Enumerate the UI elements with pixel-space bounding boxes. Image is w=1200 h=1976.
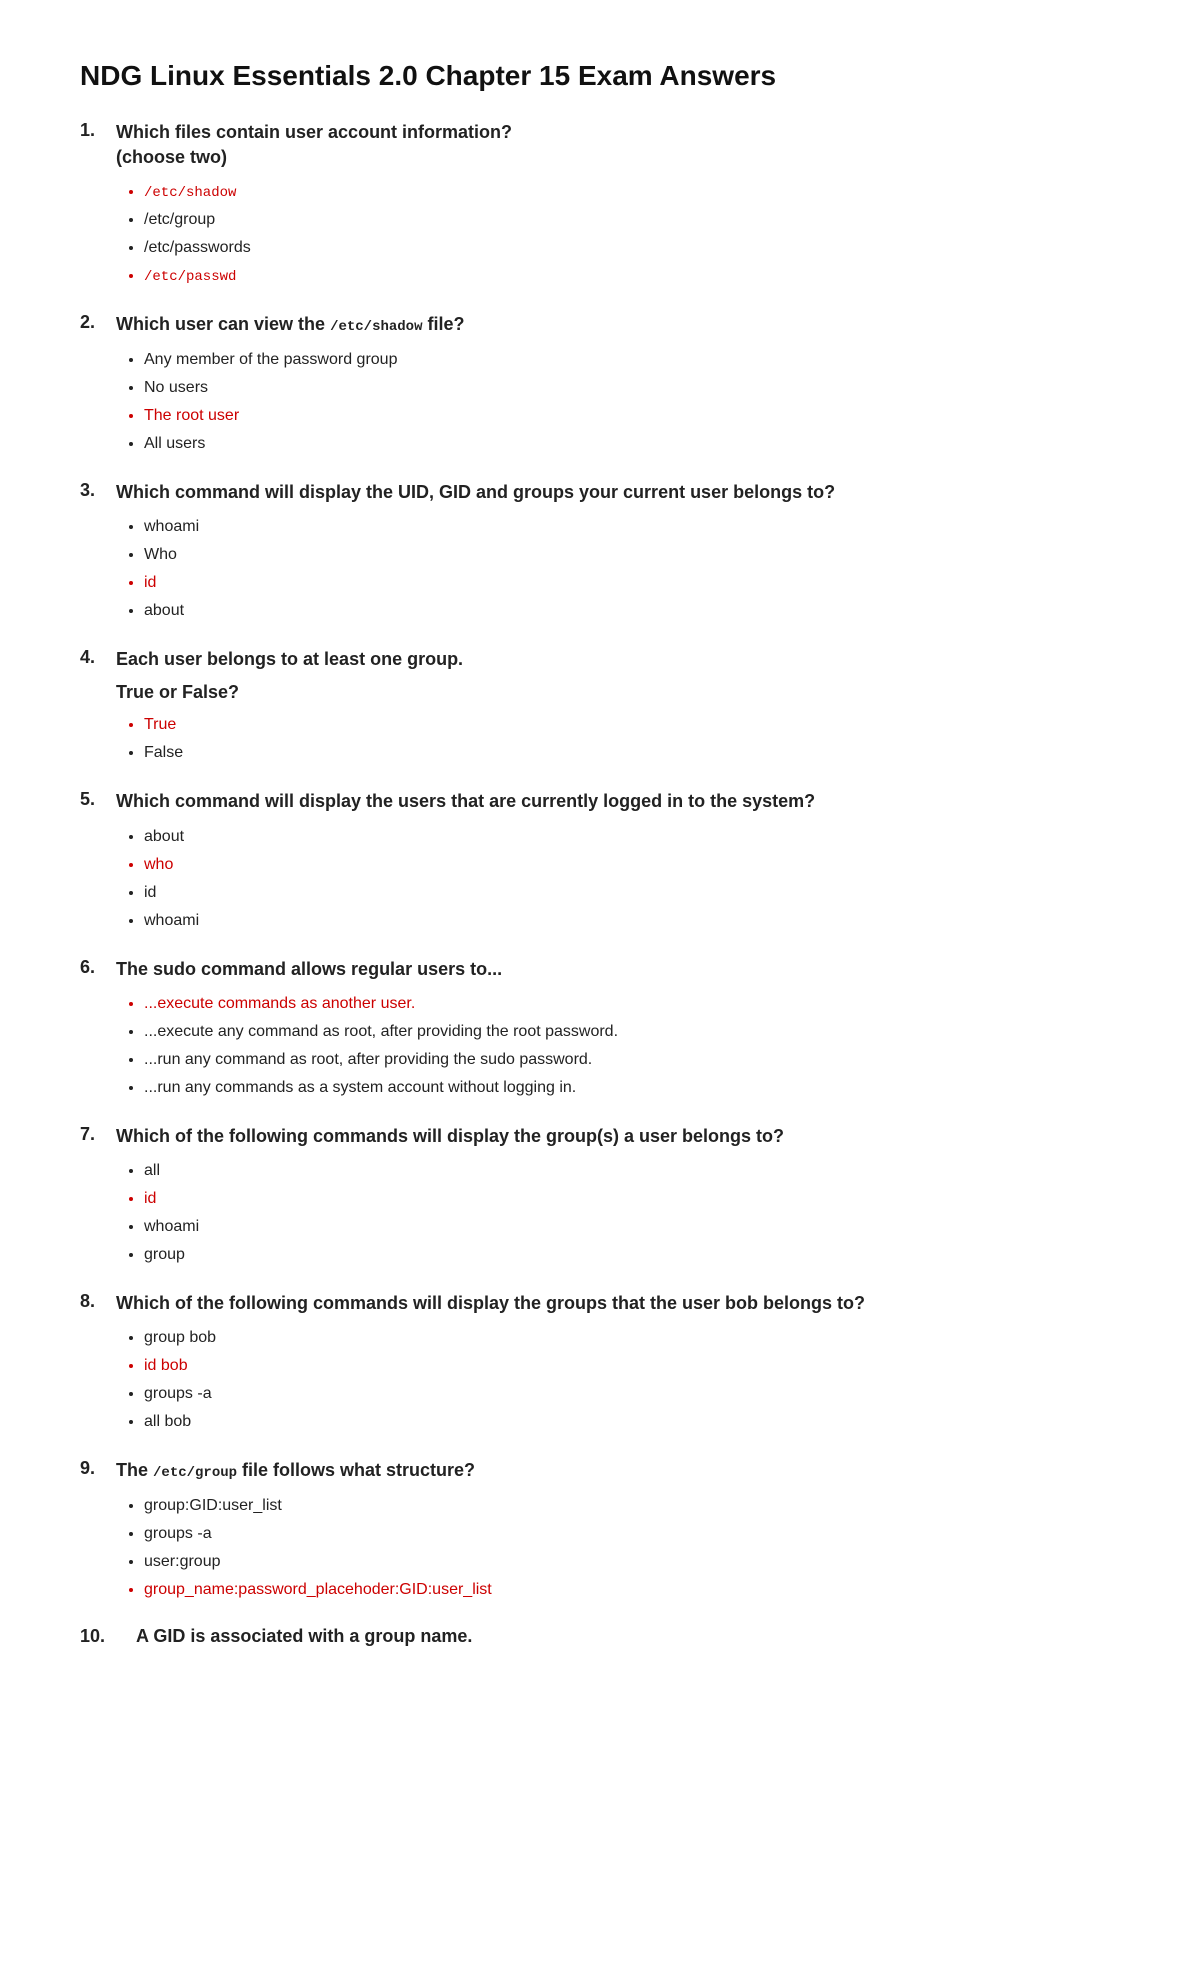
question-2: Which user can view the /etc/shadow file…	[80, 312, 1120, 456]
question-4-answers: True False	[116, 713, 1120, 765]
answer-5-1: about	[144, 825, 1120, 849]
question-9: The /etc/group file follows what structu…	[80, 1458, 1120, 1602]
answer-3-3: id	[144, 571, 1120, 595]
question-10-text: A GID is associated with a group name.	[116, 1626, 472, 1647]
question-1-answers: /etc/shadow /etc/group /etc/passwords /e…	[116, 180, 1120, 288]
question-4-text: Each user belongs to at least one group.	[116, 647, 1120, 672]
answer-8-2: id bob	[144, 1354, 1120, 1378]
question-5-answers: about who id whoami	[116, 825, 1120, 933]
question-6-text: The sudo command allows regular users to…	[116, 957, 1120, 982]
answer-4-2: False	[144, 741, 1120, 765]
answer-9-3: user:group	[144, 1550, 1120, 1574]
question-3-answers: whoami Who id about	[116, 515, 1120, 623]
question-7-answers: all id whoami group	[116, 1159, 1120, 1267]
answer-8-3: groups -a	[144, 1382, 1120, 1406]
question-6: The sudo command allows regular users to…	[80, 957, 1120, 1100]
answer-7-1: all	[144, 1159, 1120, 1183]
answer-3-1: whoami	[144, 515, 1120, 539]
answer-7-4: group	[144, 1243, 1120, 1267]
question-7-text: Which of the following commands will dis…	[116, 1124, 1120, 1149]
question-10: A GID is associated with a group name.	[80, 1626, 1120, 1647]
answer-4-1: True	[144, 713, 1120, 737]
answer-7-2: id	[144, 1187, 1120, 1211]
question-1-text: Which files contain user account informa…	[116, 120, 1120, 170]
question-5: Which command will display the users tha…	[80, 789, 1120, 932]
question-6-answers: ...execute commands as another user. ...…	[116, 992, 1120, 1100]
question-9-text: The /etc/group file follows what structu…	[116, 1458, 1120, 1484]
answer-8-4: all bob	[144, 1410, 1120, 1434]
answer-9-2: groups -a	[144, 1522, 1120, 1546]
answer-6-3: ...run any command as root, after provid…	[144, 1048, 1120, 1072]
question-7: Which of the following commands will dis…	[80, 1124, 1120, 1267]
answer-1-2: /etc/group	[144, 208, 1120, 232]
answer-2-4: All users	[144, 432, 1120, 456]
answer-2-3: The root user	[144, 404, 1120, 428]
answer-8-1: group bob	[144, 1326, 1120, 1350]
answer-6-4: ...run any commands as a system account …	[144, 1076, 1120, 1100]
answer-1-1: /etc/shadow	[144, 180, 1120, 204]
answer-5-4: whoami	[144, 909, 1120, 933]
question-5-text: Which command will display the users tha…	[116, 789, 1120, 814]
page-title: NDG Linux Essentials 2.0 Chapter 15 Exam…	[80, 60, 1120, 92]
answer-1-3: /etc/passwords	[144, 236, 1120, 260]
question-2-text: Which user can view the /etc/shadow file…	[116, 312, 1120, 338]
answer-7-3: whoami	[144, 1215, 1120, 1239]
answer-3-4: about	[144, 599, 1120, 623]
question-2-answers: Any member of the password group No user…	[116, 348, 1120, 456]
question-4: Each user belongs to at least one group.…	[80, 647, 1120, 765]
question-3-text: Which command will display the UID, GID …	[116, 480, 1120, 505]
answer-2-1: Any member of the password group	[144, 348, 1120, 372]
answer-2-2: No users	[144, 376, 1120, 400]
answer-6-2: ...execute any command as root, after pr…	[144, 1020, 1120, 1044]
answer-5-2: who	[144, 853, 1120, 877]
answer-9-1: group:GID:user_list	[144, 1494, 1120, 1518]
question-3: Which command will display the UID, GID …	[80, 480, 1120, 623]
answer-3-2: Who	[144, 543, 1120, 567]
answer-9-4: group_name:password_placehoder:GID:user_…	[144, 1578, 1120, 1602]
answer-5-3: id	[144, 881, 1120, 905]
question-8-text: Which of the following commands will dis…	[116, 1291, 1120, 1316]
answer-1-4: /etc/passwd	[144, 264, 1120, 288]
question-1: Which files contain user account informa…	[80, 120, 1120, 288]
question-8-answers: group bob id bob groups -a all bob	[116, 1326, 1120, 1434]
question-4-subtext: True or False?	[116, 682, 1120, 703]
question-8: Which of the following commands will dis…	[80, 1291, 1120, 1434]
question-9-answers: group:GID:user_list groups -a user:group…	[116, 1494, 1120, 1602]
answer-6-1: ...execute commands as another user.	[144, 992, 1120, 1016]
questions-list: Which files contain user account informa…	[80, 120, 1120, 1647]
